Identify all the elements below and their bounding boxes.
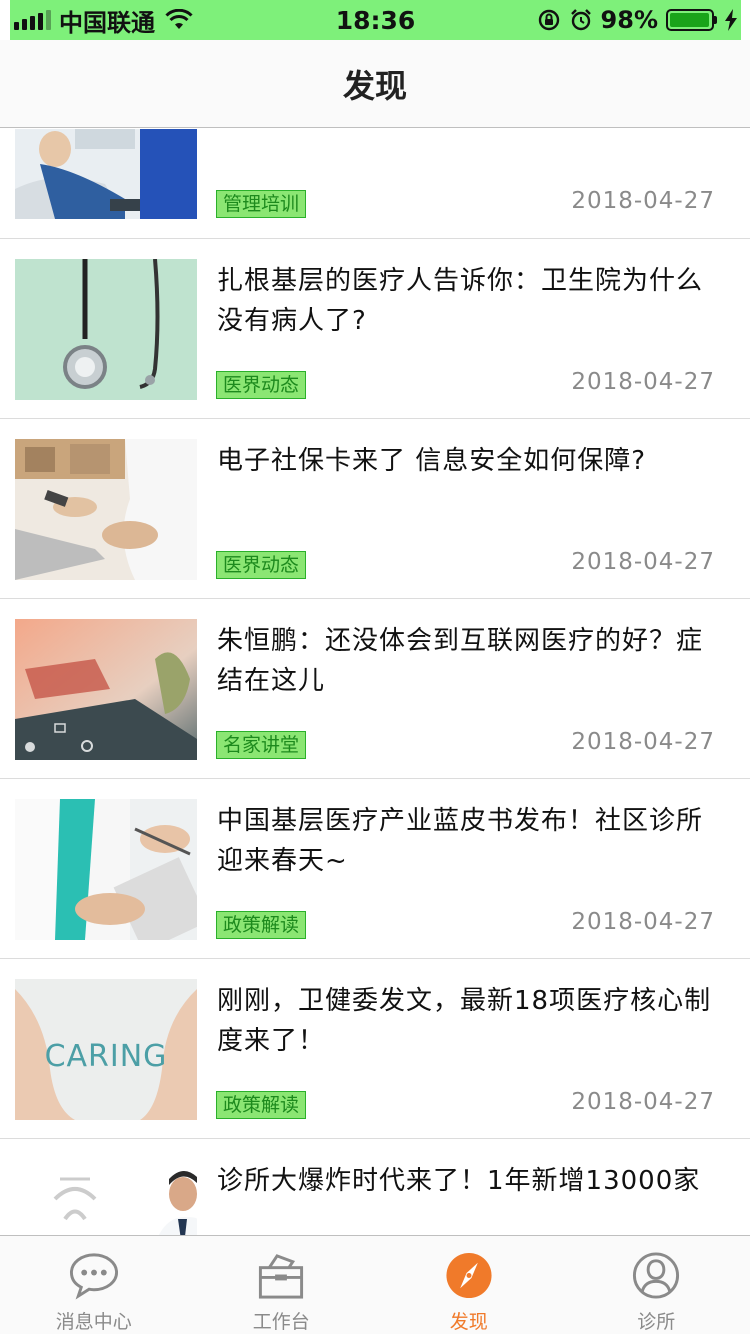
tab-label: 诊所	[637, 1311, 676, 1333]
page-title: 发现	[342, 66, 407, 105]
tab-discover[interactable]: 发现	[375, 1236, 563, 1334]
article-date: 2018-04-27	[571, 369, 715, 395]
article-item[interactable]: 扎根基层的医疗人告诉你：卫生院为什么没有病人了? 医界动态 2018-04-27	[0, 239, 750, 419]
article-date: 2018-04-27	[571, 549, 715, 575]
alarm-icon	[570, 9, 591, 31]
tab-label: 发现	[449, 1311, 488, 1333]
article-thumbnail	[15, 619, 197, 760]
article-tag: 管理培训	[216, 190, 307, 218]
article-thumbnail	[15, 439, 197, 580]
nav-bar: 发现	[0, 40, 750, 128]
stethoscope-photo	[15, 259, 197, 400]
article-thumbnail	[15, 259, 197, 400]
article-title: 电子社保卡来了 信息安全如何保障?	[217, 446, 647, 476]
article-title: 扎根基层的医疗人告诉你：卫生院为什么没有病人了?	[217, 266, 704, 336]
article-title: 朱恒鹏：还没体会到互联网医疗的好？症结在这儿	[217, 626, 704, 696]
article-date: 2018-04-27	[571, 909, 715, 935]
article-thumbnail	[15, 799, 197, 940]
article-date: 2018-04-27	[571, 729, 715, 755]
toolbox-icon	[259, 1254, 304, 1299]
tab-bar: 消息中心 工作台 发现 诊所	[0, 1235, 750, 1334]
article-item[interactable]: 管理培训 2018-04-27	[0, 129, 750, 239]
caring-text: CARING	[44, 1039, 168, 1074]
article-tag: 政策解读	[216, 1091, 307, 1119]
article-item[interactable]: 诊所大爆炸时代来了！1年新增13000家	[0, 1139, 750, 1235]
article-tag: 名家讲堂	[216, 731, 307, 759]
laptop-doctor-photo	[15, 439, 197, 580]
rotation-lock-icon	[538, 9, 559, 31]
wifi-icon	[165, 9, 193, 29]
article-item[interactable]: 电子社保卡来了 信息安全如何保障? 医界动态 2018-04-27	[0, 419, 750, 599]
article-thumbnail	[15, 129, 197, 219]
article-thumbnail	[15, 1159, 197, 1235]
article-item[interactable]: 中国基层医疗产业蓝皮书发布！社区诊所迎来春天~ 政策解读 2018-04-27	[0, 779, 750, 959]
chat-bubble-icon	[69, 1253, 118, 1300]
article-item[interactable]: 朱恒鹏：还没体会到互联网医疗的好？症结在这儿 名家讲堂 2018-04-27	[0, 599, 750, 779]
battery-icon	[666, 9, 717, 31]
dental-chair-photo	[15, 129, 197, 219]
article-list[interactable]: 管理培训 2018-04-27 扎根基层的医疗人告诉你：卫生院为什么没有病人了?…	[0, 129, 750, 1235]
article-thumbnail: CARING	[15, 979, 197, 1120]
article-title: 中国基层医疗产业蓝皮书发布！社区诊所迎来春天~	[217, 806, 704, 876]
article-tag: 医界动态	[216, 551, 307, 579]
article-date: 2018-04-27	[571, 188, 715, 214]
article-tag: 政策解读	[216, 911, 307, 939]
doctor-writing-photo	[15, 799, 197, 940]
tab-workbench[interactable]: 工作台	[188, 1236, 376, 1334]
tab-label: 工作台	[252, 1311, 310, 1333]
tab-messages[interactable]: 消息中心	[0, 1236, 188, 1334]
article-item[interactable]: CARING 刚刚，卫健委发文，最新18项医疗核心制度来了！ 政策解读 2018…	[0, 959, 750, 1139]
article-title: 刚刚，卫健委发文，最新18项医疗核心制度来了！	[217, 986, 712, 1056]
article-date: 2018-04-27	[571, 1089, 715, 1115]
charging-bolt-icon	[725, 9, 737, 31]
battery-percent: 98%	[600, 6, 658, 34]
compass-icon	[446, 1252, 492, 1299]
tablet-icons-photo	[15, 619, 197, 760]
status-bar: 中国联通 18:36 98%	[10, 0, 741, 40]
doctor-portrait-photo	[15, 1159, 197, 1235]
signal-strength-icon	[14, 10, 51, 30]
article-title: 诊所大爆炸时代来了！1年新增13000家	[217, 1166, 701, 1196]
article-tag: 医界动态	[216, 371, 307, 399]
carrier-name: 中国联通	[59, 8, 155, 37]
tab-label: 消息中心	[55, 1311, 132, 1333]
tab-clinic[interactable]: 诊所	[563, 1236, 750, 1334]
user-circle-icon	[633, 1252, 680, 1299]
